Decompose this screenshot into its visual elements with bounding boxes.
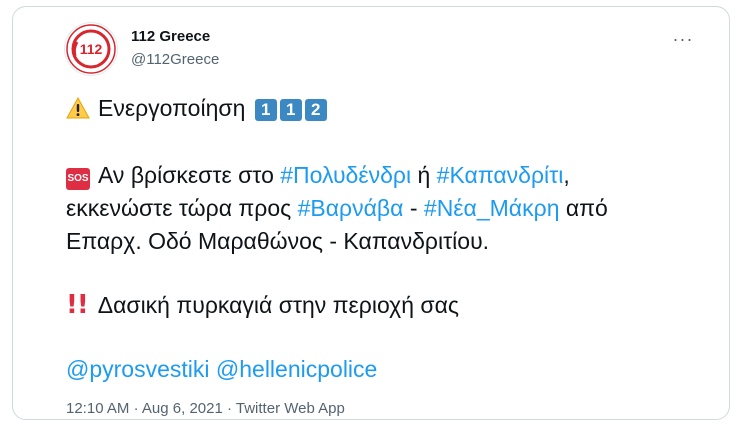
tweet-client: Twitter Web App	[235, 400, 345, 417]
handle[interactable]: @112Greece	[131, 51, 219, 68]
text-segment: ,	[563, 162, 570, 188]
tweet-metadata: 12:10 AM · Aug 6, 2021 · Twitter Web App	[66, 400, 345, 417]
line-evacuate: εκκενώστε τώρα προς #Βαρνάβα - #Νέα_Μάκρ…	[66, 192, 706, 225]
more-options-button[interactable]: ···	[668, 24, 698, 54]
avatar[interactable]: 112	[64, 22, 118, 76]
fire-text: Δασική πυρκαγιά στην περιοχή σας	[97, 292, 459, 318]
hashtag-link[interactable]: #Πολυδένδρι	[280, 162, 411, 188]
hashtag-link[interactable]: #Καπανδρίτι	[437, 162, 564, 188]
meta-separator: ·	[133, 400, 139, 417]
line-mentions: @pyrosvestiki @hellenicpolice	[66, 353, 706, 386]
text-segment: από	[565, 195, 608, 221]
sos-icon: SOS	[66, 168, 90, 190]
hashtag-link[interactable]: #Νέα_Μάκρη	[424, 195, 560, 221]
hashtag-link[interactable]: #Βαρνάβα	[298, 195, 404, 221]
tweet-time[interactable]: 12:10 AM	[66, 400, 129, 417]
tweet-text: Ενεργοποίηση 112 SOS Αν βρίσκεστε στο #Πο…	[66, 92, 706, 386]
line-fire: !! Δασική πυρκαγιά στην περιοχή σας	[66, 289, 706, 322]
double-exclamation-icon: !!	[66, 290, 89, 320]
text-segment: -	[409, 195, 418, 221]
line-location: SOS Αν βρίσκεστε στο #Πολυδένδρι ή #Καπαν…	[66, 159, 706, 192]
mention-link[interactable]: @pyrosvestiki	[66, 356, 210, 382]
keycap-2-icon: 2	[304, 99, 327, 121]
text-segment: Αν βρίσκεστε στο	[98, 162, 274, 188]
tweet-date[interactable]: Aug 6, 2021	[142, 400, 223, 417]
warning-icon	[66, 95, 90, 128]
112-logo-icon: 112	[66, 24, 116, 74]
text-segment: ή	[417, 162, 431, 188]
line-activation: Ενεργοποίηση 112	[66, 92, 706, 128]
text-segment: εκκενώστε τώρα προς	[66, 195, 292, 221]
mention-link[interactable]: @hellenicpolice	[216, 356, 377, 382]
meta-separator: ·	[226, 400, 232, 417]
avatar-text: 112	[80, 41, 103, 57]
activation-text: Ενεργοποίηση	[98, 95, 246, 121]
line-road: Επαρχ. Οδό Μαραθώνος - Καπανδριτίου.	[66, 228, 490, 254]
display-name[interactable]: 112 Greece	[131, 28, 210, 45]
keycap-1-icon: 1	[254, 99, 277, 121]
keycap-1-icon: 1	[279, 99, 302, 121]
